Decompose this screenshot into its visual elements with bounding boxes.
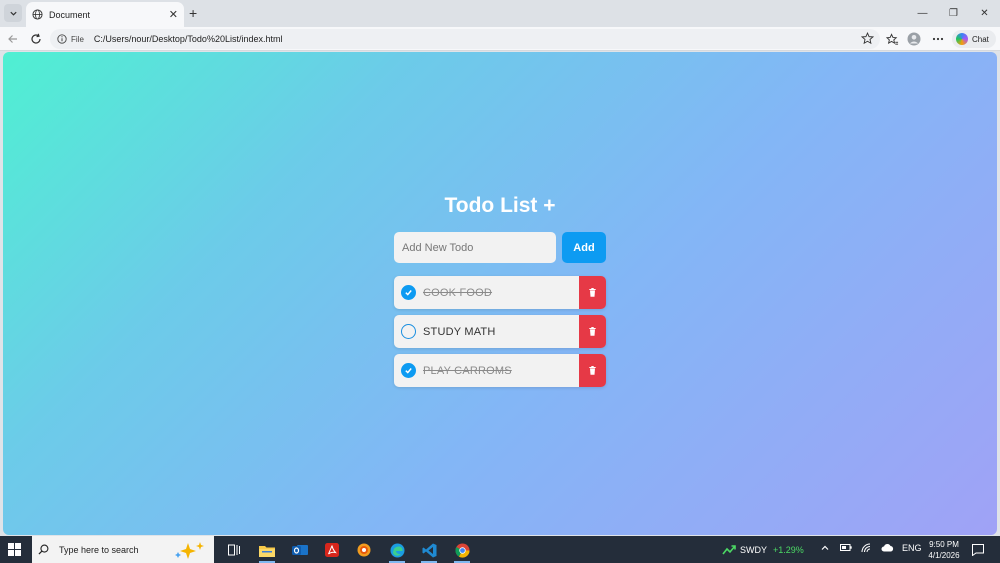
- back-button[interactable]: [5, 31, 21, 47]
- address-bar[interactable]: File C:/Users/nour/Desktop/Todo%20List/i…: [50, 29, 880, 49]
- window-controls: — ❐ ✕: [907, 0, 1000, 27]
- acrobat-icon: [325, 543, 339, 557]
- page-title: Todo List +: [444, 194, 556, 217]
- url-text[interactable]: C:/Users/nour/Desktop/Todo%20List/index.…: [94, 34, 283, 44]
- refresh-button[interactable]: [28, 31, 44, 47]
- edge-taskbar[interactable]: [385, 539, 409, 563]
- minimize-button[interactable]: —: [907, 0, 938, 27]
- todo-checkbox-unchecked[interactable]: [401, 324, 416, 339]
- browser-app-icon: [357, 543, 371, 557]
- new-tab-button[interactable]: +: [189, 5, 197, 21]
- folder-icon: [259, 545, 275, 557]
- close-window-button[interactable]: ✕: [969, 0, 1000, 27]
- todo-checkbox-checked[interactable]: [401, 363, 416, 378]
- arrow-left-icon: [8, 35, 17, 43]
- info-icon: [57, 34, 67, 44]
- todo-input[interactable]: [394, 232, 556, 263]
- language-indicator[interactable]: ENG: [902, 543, 922, 553]
- avatar-icon: [907, 32, 921, 46]
- trash-icon: [589, 327, 596, 336]
- delete-todo-button[interactable]: [579, 315, 606, 348]
- todo-text: STUDY MATH: [423, 325, 496, 338]
- show-hidden-icons-button[interactable]: [820, 543, 830, 555]
- network-tray[interactable]: [861, 543, 872, 555]
- tab-actions-menu-button[interactable]: [4, 4, 22, 22]
- restore-button[interactable]: ❐: [938, 0, 969, 27]
- favorites-icon: [885, 32, 898, 45]
- todo-text: COOK FOOD: [423, 286, 493, 299]
- todo-item: COOK FOOD: [394, 276, 606, 309]
- tab-strip: Document ✕ + — ❐ ✕: [0, 0, 1000, 27]
- add-button[interactable]: Add: [562, 232, 606, 263]
- chevron-down-icon: [9, 11, 17, 16]
- stock-symbol: SWDY: [740, 545, 767, 555]
- cloud-icon: [881, 544, 894, 552]
- notifications-button[interactable]: [972, 543, 984, 561]
- file-scheme-label: File: [71, 34, 84, 44]
- check-icon: [405, 368, 412, 374]
- stock-chart-icon: [722, 545, 736, 555]
- star-icon[interactable]: [861, 32, 874, 45]
- chrome-icon: [454, 543, 470, 558]
- trash-icon: [589, 288, 596, 297]
- clock-time: 9:50 PM: [929, 540, 959, 549]
- onedrive-tray[interactable]: [881, 543, 894, 554]
- refresh-icon: [31, 33, 41, 44]
- todo-item: PLAY CARROMS: [394, 354, 606, 387]
- todo-text: PLAY CARROMS: [423, 364, 512, 377]
- chat-label: Chat: [972, 34, 989, 44]
- file-explorer-taskbar[interactable]: [255, 539, 279, 563]
- windows-logo-icon: [8, 543, 21, 556]
- copilot-icon: [956, 33, 968, 45]
- globe-icon: [32, 9, 43, 20]
- delete-todo-button[interactable]: [579, 276, 606, 309]
- more-options-button[interactable]: [930, 31, 946, 47]
- todo-item-body[interactable]: PLAY CARROMS: [394, 354, 579, 387]
- battery-tray[interactable]: [840, 543, 852, 554]
- todo-item-body[interactable]: COOK FOOD: [394, 276, 579, 309]
- favorites-button[interactable]: [884, 31, 900, 47]
- battery-icon: [840, 544, 852, 551]
- task-view-icon: [227, 544, 240, 556]
- profile-button[interactable]: [906, 31, 922, 47]
- todo-app: Todo List + Add COOK FOOD STUDY MATH: [394, 194, 606, 393]
- taskbar-clock[interactable]: 9:50 PM 4/1/2026: [922, 539, 966, 561]
- wifi-icon: [861, 543, 871, 553]
- tab-title: Document: [49, 9, 91, 20]
- trash-icon: [589, 366, 596, 375]
- brave-taskbar[interactable]: [352, 539, 376, 561]
- more-horizontal-icon: [932, 37, 944, 41]
- edge-icon: [390, 543, 404, 557]
- stock-widget[interactable]: SWDY +1.29%: [722, 544, 804, 556]
- browser-toolbar: File C:/Users/nour/Desktop/Todo%20List/i…: [0, 27, 1000, 51]
- page-viewport: Todo List + Add COOK FOOD STUDY MATH: [3, 52, 997, 535]
- copilot-chat-button[interactable]: Chat: [952, 30, 996, 48]
- search-placeholder: Type here to search: [59, 544, 139, 555]
- add-todo-row: Add: [394, 232, 606, 263]
- tab-document[interactable]: Document ✕: [26, 2, 184, 27]
- todo-checkbox-checked[interactable]: [401, 285, 416, 300]
- sparkle-icon: [175, 542, 204, 559]
- start-button[interactable]: [8, 543, 21, 561]
- chrome-taskbar[interactable]: [450, 539, 474, 563]
- vscode-taskbar[interactable]: [417, 539, 441, 563]
- delete-todo-button[interactable]: [579, 354, 606, 387]
- outlook-icon: [292, 545, 308, 555]
- notification-icon: [972, 544, 984, 557]
- todo-item-body[interactable]: STUDY MATH: [394, 315, 579, 348]
- stock-change: +1.29%: [773, 545, 804, 555]
- vscode-icon: [422, 543, 436, 557]
- task-view-button[interactable]: [222, 539, 246, 561]
- taskbar-search-box[interactable]: Type here to search: [32, 536, 214, 563]
- windows-taskbar: Type here to search SWDY +1.29% ENG 9:50…: [0, 536, 1000, 563]
- outlook-taskbar[interactable]: [288, 539, 312, 561]
- clock-date: 4/1/2026: [928, 551, 960, 560]
- todo-item: STUDY MATH: [394, 315, 606, 348]
- tab-close-icon[interactable]: ✕: [169, 8, 178, 21]
- acrobat-taskbar[interactable]: [320, 539, 344, 561]
- search-icon: [38, 544, 49, 555]
- chevron-up-icon: [821, 545, 829, 550]
- check-icon: [405, 290, 412, 296]
